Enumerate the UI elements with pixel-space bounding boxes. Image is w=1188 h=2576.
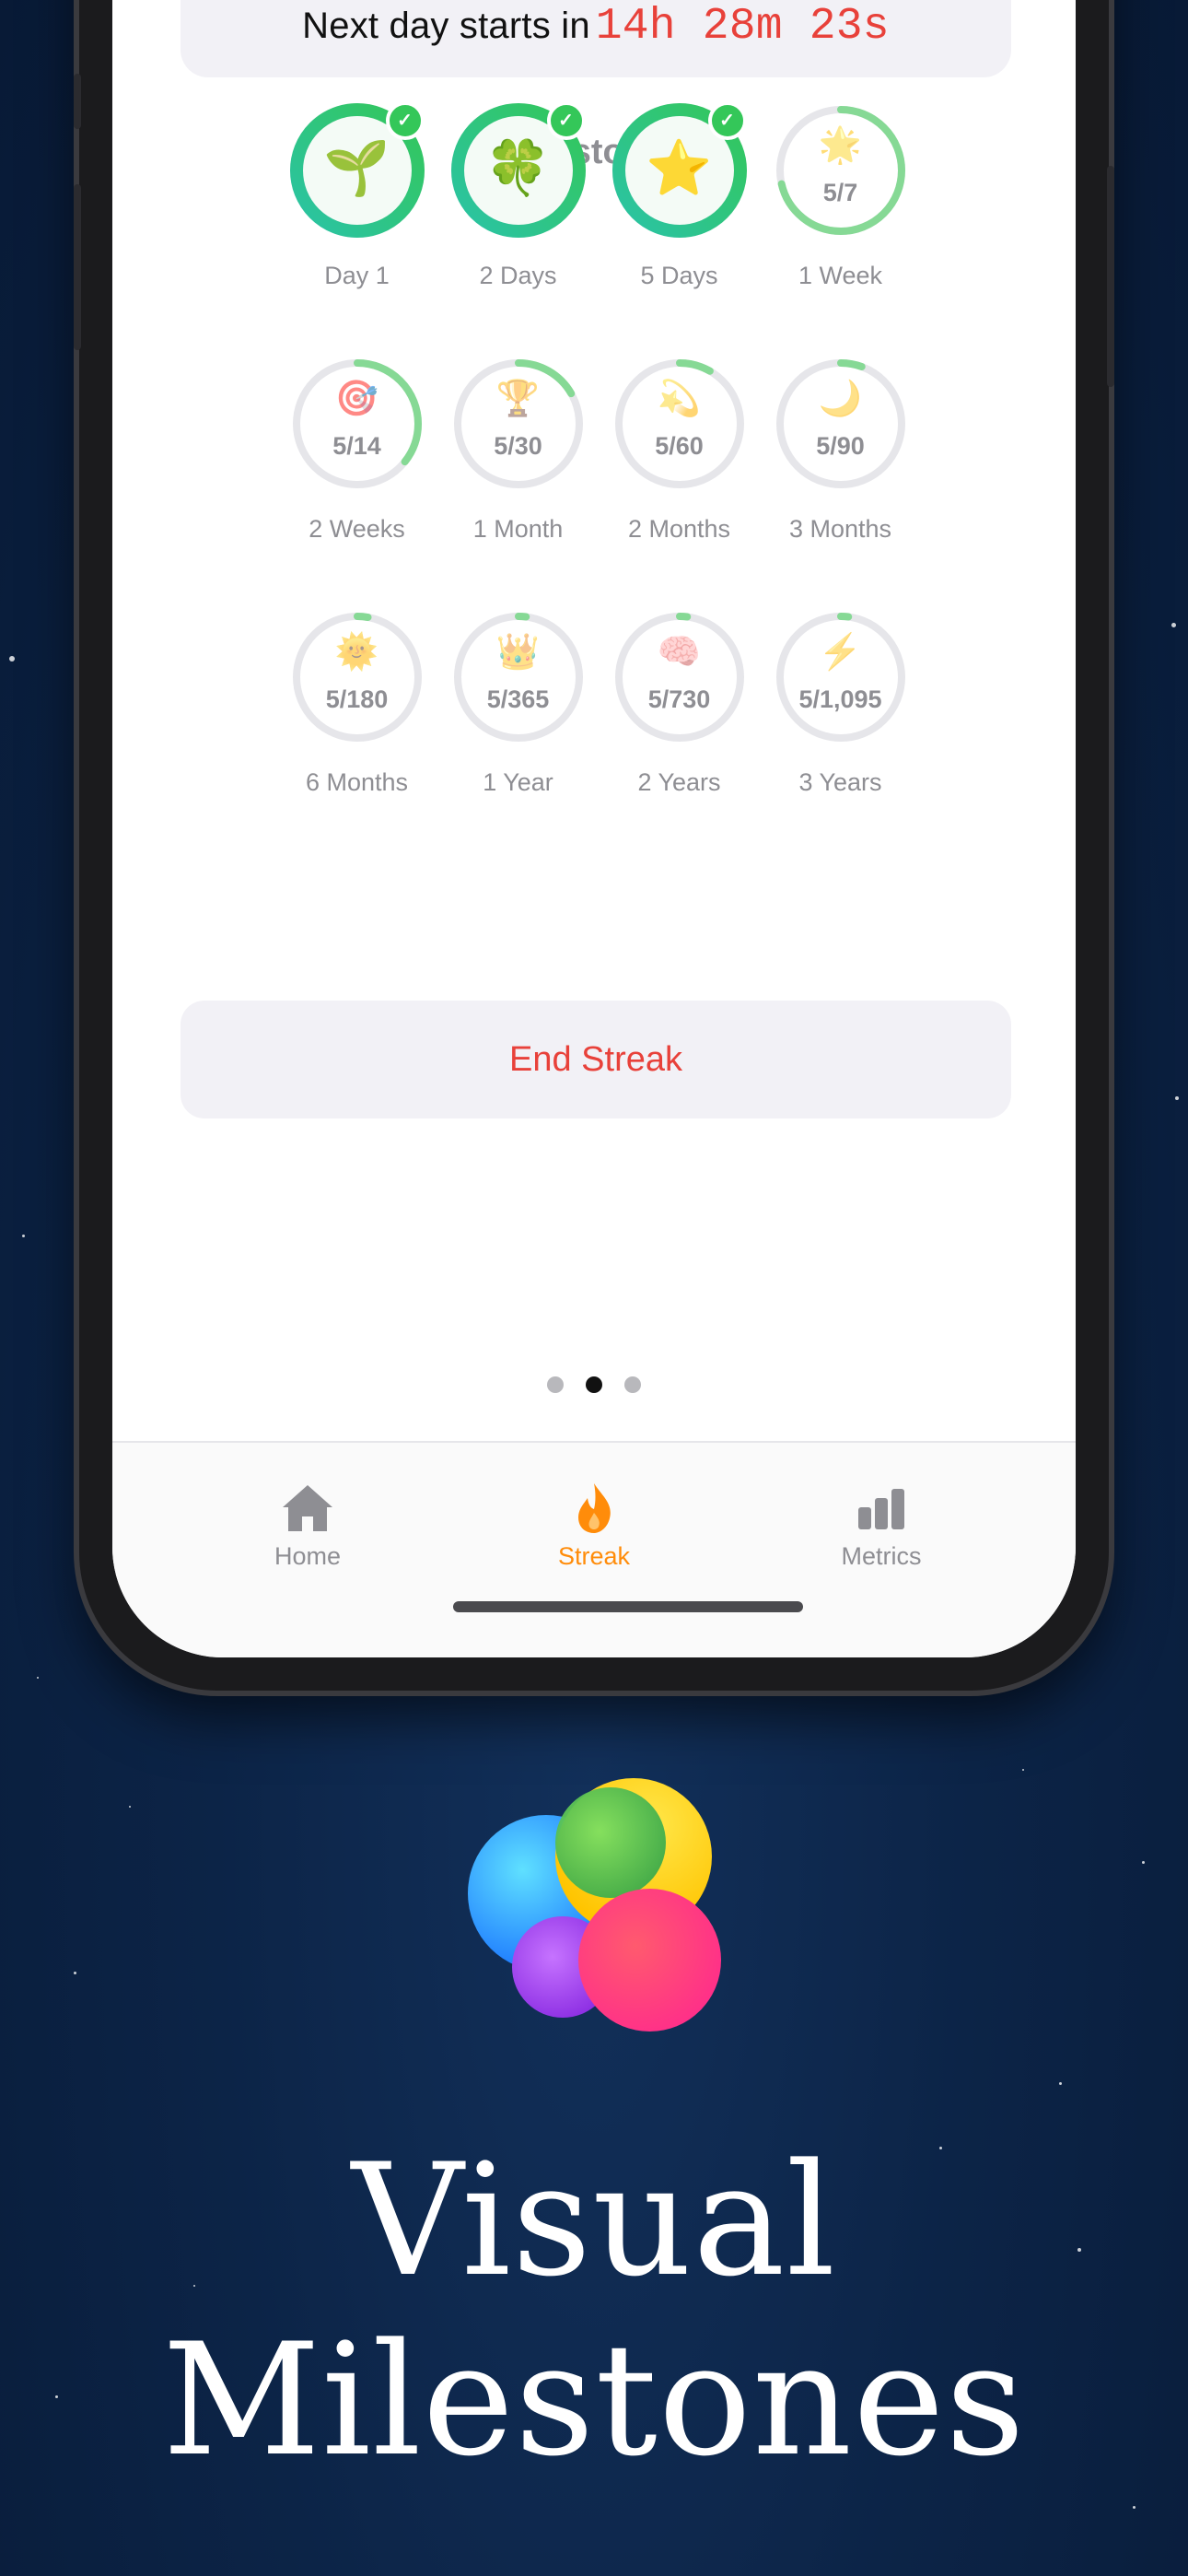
milestone-1-year[interactable]: 👑 5/365 1 Year <box>437 608 599 797</box>
side-button <box>74 74 81 129</box>
checkmark-icon: ✓ <box>546 101 586 140</box>
milestone-day-1[interactable]: 🌱 ✓ Day 1 <box>276 101 437 290</box>
milestone-label: 1 Year <box>483 768 553 796</box>
lightning-icon: ⚡ <box>818 633 863 672</box>
milestone-1-week[interactable]: 🌟 5/7 1 Week <box>760 101 921 290</box>
page-dot[interactable] <box>547 1376 564 1393</box>
four-leaf-clover-icon: 🍀 <box>484 138 552 198</box>
tab-metrics-label: Metrics <box>841 1542 922 1570</box>
next-day-timer-card: Next day starts in 14h 28m 23s <box>181 0 1011 77</box>
milestone-label: 3 Years <box>798 768 882 796</box>
next-day-timer: Next day starts in 14h 28m 23s <box>181 2 1011 52</box>
milestone-progress: 5/1,095 <box>798 685 882 713</box>
sprout-icon: 🌱 <box>323 138 390 198</box>
bar-chart-icon <box>789 1480 973 1537</box>
milestone-2-years[interactable]: 🧠 5/730 2 Years <box>599 608 760 797</box>
crown-icon: 👑 <box>495 633 541 672</box>
milestone-progress: 5/7 <box>822 179 858 206</box>
timer-value: 14h 28m 23s <box>595 2 890 52</box>
milestone-label: 2 Years <box>637 768 721 796</box>
star-icon: ⭐ <box>646 138 713 198</box>
milestone-progress: 5/730 <box>647 685 711 713</box>
page-indicator <box>112 1376 1076 1398</box>
milestone-label: 2 Weeks <box>309 515 405 543</box>
milestone-ring: ⭐ ✓ <box>611 101 749 240</box>
page-dot[interactable] <box>624 1376 641 1393</box>
milestone-ring: 🌟 5/7 <box>772 101 910 240</box>
milestone-label: 1 Month <box>472 515 564 543</box>
milestone-ring: 🧠 5/730 <box>611 608 749 746</box>
target-icon: 🎯 <box>334 380 379 418</box>
milestone-label: 6 Months <box>305 768 409 796</box>
milestone-progress: 5/60 <box>655 432 704 460</box>
tab-bar: Home Streak Metrics <box>112 1441 1076 1657</box>
phone-frame: Next day starts in 14h 28m 23s Milestones… <box>74 0 1114 1691</box>
app-logo <box>468 1778 721 2032</box>
home-indicator[interactable] <box>453 1601 803 1612</box>
milestone-ring: 🌞 5/180 <box>288 608 426 746</box>
flame-icon <box>502 1480 686 1537</box>
milestone-ring: ⚡ 5/1,095 <box>772 608 910 746</box>
brain-icon: 🧠 <box>657 633 702 672</box>
milestone-ring: 🌱 ✓ <box>288 101 426 240</box>
milestone-label: 1 Week <box>798 262 883 289</box>
sparkle-star-icon: 🌟 <box>818 126 863 165</box>
tab-home-label: Home <box>274 1542 342 1570</box>
milestone-5-days[interactable]: ⭐ ✓ 5 Days <box>599 101 760 290</box>
milestone-progress: 5/180 <box>325 685 389 713</box>
app-screen: Next day starts in 14h 28m 23s Milestones… <box>112 0 1076 1657</box>
milestone-ring: 🎯 5/14 <box>288 355 426 493</box>
milestone-2-months[interactable]: 💫 5/60 2 Months <box>599 355 760 544</box>
power-button <box>1107 166 1114 387</box>
timer-prefix: Next day starts in <box>302 6 590 46</box>
page-dot[interactable] <box>586 1376 602 1393</box>
headline-line-2: Milestones <box>162 2310 1026 2490</box>
tab-home[interactable]: Home <box>215 1480 400 1571</box>
milestone-3-months[interactable]: 🌙 5/90 3 Months <box>760 355 921 544</box>
checkmark-icon: ✓ <box>385 101 425 140</box>
checkmark-icon: ✓ <box>707 101 747 140</box>
comet-icon: 💫 <box>657 380 702 418</box>
milestone-progress: 5/90 <box>816 432 865 460</box>
milestone-label: 2 Days <box>479 262 557 289</box>
tab-streak[interactable]: Streak <box>502 1480 686 1571</box>
tab-streak-label: Streak <box>557 1542 631 1570</box>
milestone-ring: 🌙 5/90 <box>772 355 910 493</box>
milestone-1-month[interactable]: 🏆 5/30 1 Month <box>437 355 599 544</box>
headline-line-1: Visual <box>351 2130 837 2311</box>
milestone-6-months[interactable]: 🌞 5/180 6 Months <box>276 608 437 797</box>
house-icon <box>215 1480 400 1537</box>
milestone-label: Day 1 <box>324 262 390 289</box>
milestone-2-days[interactable]: 🍀 ✓ 2 Days <box>437 101 599 290</box>
milestone-ring: 💫 5/60 <box>611 355 749 493</box>
milestone-ring: 🏆 5/30 <box>449 355 588 493</box>
milestone-label: 5 Days <box>640 262 718 289</box>
trophy-icon: 🏆 <box>495 380 541 418</box>
milestone-progress: 5/365 <box>486 685 550 713</box>
milestone-3-years[interactable]: ⚡ 5/1,095 3 Years <box>760 608 921 797</box>
milestone-progress: 5/30 <box>494 432 542 460</box>
milestone-label: 2 Months <box>627 515 731 543</box>
end-streak-button[interactable]: End Streak <box>181 1001 1011 1118</box>
milestone-2-weeks[interactable]: 🎯 5/14 2 Weeks <box>276 355 437 544</box>
milestone-ring: 👑 5/365 <box>449 608 588 746</box>
milestone-progress: 5/14 <box>332 432 381 460</box>
milestone-label: 3 Months <box>788 515 892 543</box>
sun-face-icon: 🌞 <box>334 633 379 672</box>
milestone-ring: 🍀 ✓ <box>449 101 588 240</box>
tab-metrics[interactable]: Metrics <box>789 1480 973 1571</box>
crescent-moon-icon: 🌙 <box>818 380 863 418</box>
volume-button <box>74 184 81 350</box>
